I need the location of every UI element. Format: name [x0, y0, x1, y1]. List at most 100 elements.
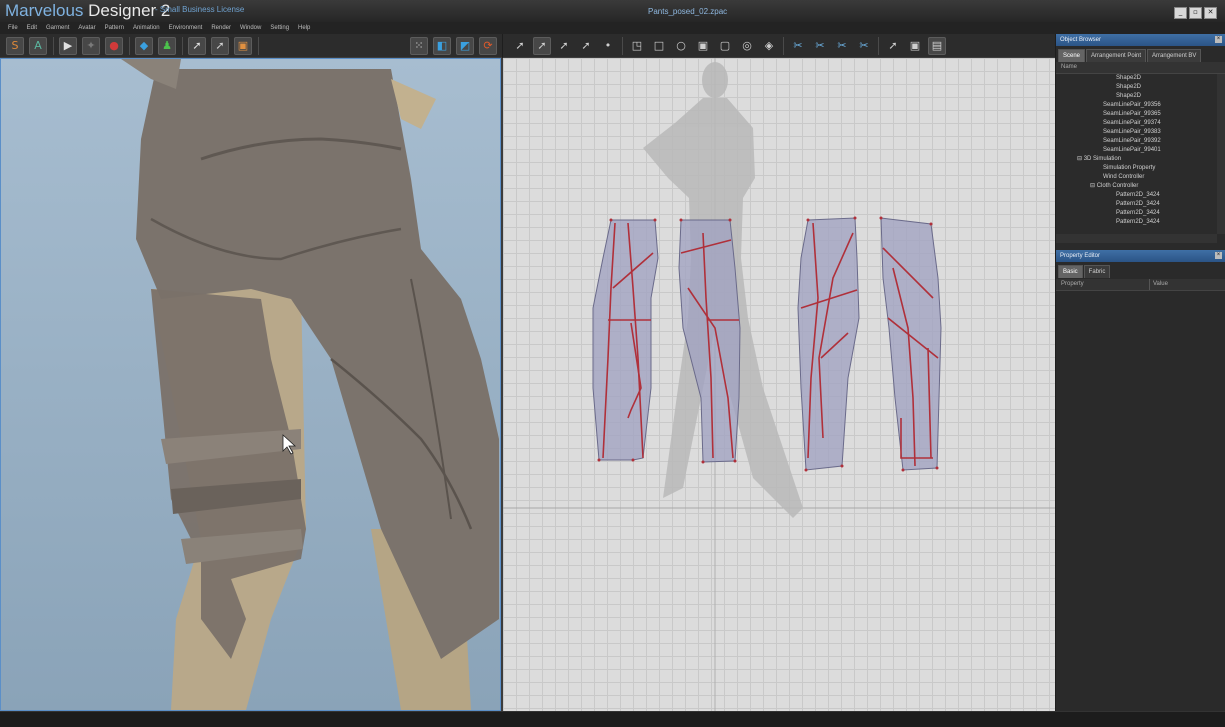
tree-item[interactable]: Pattern2D_3424 — [1056, 218, 1225, 227]
object-browser-tabs: Scene Arrangement Point Arrangement BV — [1056, 46, 1225, 62]
column-name: Name — [1061, 64, 1078, 70]
tree-scrollbar[interactable] — [1217, 74, 1225, 234]
title-bar: Marvelous Designer 2 - Small Business Li… — [0, 0, 1225, 22]
menu-window[interactable]: Window — [240, 22, 261, 34]
close-button[interactable]: ✕ — [1204, 7, 1217, 19]
toolbar-3d: S A ▶ ✦ ● ◆ ♟ ➚ ➚ ▣ ⁙ ◧ ◩ ⟳ — [0, 34, 502, 58]
menu-garment[interactable]: Garment — [46, 22, 69, 34]
pattern-piece-3[interactable] — [797, 217, 860, 471]
internal-polygon-icon[interactable]: ▣ — [694, 37, 712, 55]
tree-item[interactable]: SeamLinePair_99392 — [1056, 137, 1225, 146]
tab-arrangement-bv[interactable]: Arrangement BV — [1147, 49, 1202, 62]
select-arrow-icon[interactable]: ➚ — [188, 36, 206, 55]
internal-circle-icon[interactable]: ◎ — [738, 37, 756, 55]
tree-item[interactable]: Simulation Property — [1056, 164, 1225, 173]
screenshot-icon[interactable]: ▤ — [928, 36, 946, 55]
status-bar — [0, 711, 1225, 727]
dart-icon[interactable]: ◈ — [760, 37, 778, 55]
viewport-3d[interactable] — [0, 58, 501, 711]
menu-setting[interactable]: Setting — [270, 22, 289, 34]
tree-column-header: Name — [1056, 62, 1225, 74]
property-column-header: Property Value — [1056, 279, 1225, 291]
edit-curve-icon[interactable]: ➚ — [577, 37, 595, 55]
tree-hscrollbar[interactable] — [1056, 234, 1217, 243]
tree-item[interactable]: Pattern2D_3424 — [1056, 200, 1225, 209]
layer-icon[interactable]: ◧ — [433, 36, 451, 55]
texture-icon[interactable]: ◩ — [456, 36, 474, 55]
seam-free-icon[interactable]: ✂ — [811, 37, 829, 55]
menu-help[interactable]: Help — [298, 22, 310, 34]
menu-environment[interactable]: Environment — [169, 22, 203, 34]
tree-item[interactable]: Pattern2D_3424 — [1056, 209, 1225, 218]
garment-shirt-icon[interactable]: ◆ — [135, 36, 153, 55]
object-browser-title: Object Browser — [1060, 37, 1102, 43]
restore-button[interactable]: ▫ — [1189, 7, 1202, 19]
tree-item[interactable]: Wind Controller — [1056, 173, 1225, 182]
tack-icon[interactable]: ✂ — [855, 37, 873, 55]
tree-item[interactable]: ⊟ Cloth Controller — [1056, 182, 1225, 191]
reset-icon[interactable]: ⟳ — [479, 36, 497, 55]
window-controls: _ ▫ ✕ — [1174, 7, 1217, 19]
menu-render[interactable]: Render — [211, 22, 231, 34]
transform-pattern-icon[interactable]: ➚ — [511, 37, 529, 55]
simulation-s-icon[interactable]: S — [6, 36, 24, 55]
tree-item[interactable]: Shape2D — [1056, 74, 1225, 83]
tab-scene[interactable]: Scene — [1058, 49, 1086, 62]
pin-box2d-icon[interactable]: ▣ — [906, 37, 924, 55]
tab-basic[interactable]: Basic — [1058, 265, 1083, 278]
grid-dots-icon[interactable]: ⁙ — [410, 36, 428, 55]
tree-item[interactable]: Shape2D — [1056, 92, 1225, 101]
walk-icon[interactable]: ✦ — [82, 36, 100, 55]
tree-item[interactable]: ⊟ 3D Simulation — [1056, 155, 1225, 164]
avatar-icon[interactable]: ♟ — [158, 36, 176, 55]
record-icon[interactable]: ● — [105, 36, 123, 55]
circle-icon[interactable]: ○ — [672, 37, 690, 55]
internal-rect-icon[interactable]: ▢ — [716, 37, 734, 55]
property-editor-title: Property Editor — [1060, 253, 1101, 259]
polygon-icon[interactable]: ◳ — [628, 37, 646, 55]
edit-point-icon[interactable]: ➚ — [555, 37, 573, 55]
select-mesh-icon[interactable]: ➚ — [211, 36, 229, 55]
column-property: Property — [1061, 281, 1084, 287]
animation-a-icon[interactable]: A — [29, 36, 47, 55]
seam-multi-icon[interactable]: ✂ — [833, 37, 851, 55]
tree-item[interactable]: Shape2D — [1056, 83, 1225, 92]
property-editor-header: Property Editor × — [1056, 250, 1225, 262]
close-icon[interactable]: × — [1215, 252, 1222, 259]
toolbar-separator — [258, 36, 259, 55]
tab-fabric[interactable]: Fabric — [1083, 265, 1111, 278]
file-name: Pants_posed_02.zpac — [648, 7, 728, 16]
tree-item[interactable]: SeamLinePair_99383 — [1056, 128, 1225, 137]
garment-top-edge — [121, 59, 181, 89]
menu-pattern[interactable]: Pattern — [105, 22, 124, 34]
select-mesh2d-icon[interactable]: ➚ — [884, 37, 902, 55]
property-editor-tabs: Basic Fabric — [1056, 262, 1225, 278]
tree-item[interactable]: Pattern2D_3424 — [1056, 191, 1225, 200]
pattern-piece-1[interactable] — [592, 219, 659, 461]
avatar-render — [121, 59, 499, 710]
seam-segment-icon[interactable]: ✂ — [789, 37, 807, 55]
app-brand: Marvelous — [5, 1, 84, 20]
viewport-2d[interactable] — [503, 58, 1055, 711]
pattern-canvas — [503, 58, 1055, 711]
toolbar-separator — [622, 36, 623, 55]
tree-item[interactable]: SeamLinePair_99401 — [1056, 146, 1225, 155]
play-icon[interactable]: ▶ — [59, 36, 77, 55]
close-icon[interactable]: × — [1215, 36, 1222, 43]
tree-item[interactable]: SeamLinePair_99365 — [1056, 110, 1225, 119]
add-point-icon[interactable]: • — [599, 37, 617, 55]
menu-edit[interactable]: Edit — [27, 22, 37, 34]
rectangle-icon[interactable]: □ — [650, 37, 668, 55]
menu-animation[interactable]: Animation — [133, 22, 160, 34]
menu-avatar[interactable]: Avatar — [78, 22, 95, 34]
tree-item[interactable]: SeamLinePair_99356 — [1056, 101, 1225, 110]
select-icon[interactable]: ➚ — [533, 36, 551, 55]
minimize-button[interactable]: _ — [1174, 7, 1187, 19]
toolbar-separator — [182, 36, 183, 55]
pin-box-icon[interactable]: ▣ — [234, 36, 252, 55]
scene-tree[interactable]: Shape2D Shape2D Shape2D SeamLinePair_99356 S… — [1056, 74, 1225, 234]
tab-arrangement-point[interactable]: Arrangement Point — [1086, 49, 1147, 62]
toolbar-separator — [878, 36, 879, 55]
tree-item[interactable]: SeamLinePair_99374 — [1056, 119, 1225, 128]
menu-file[interactable]: File — [8, 22, 18, 34]
